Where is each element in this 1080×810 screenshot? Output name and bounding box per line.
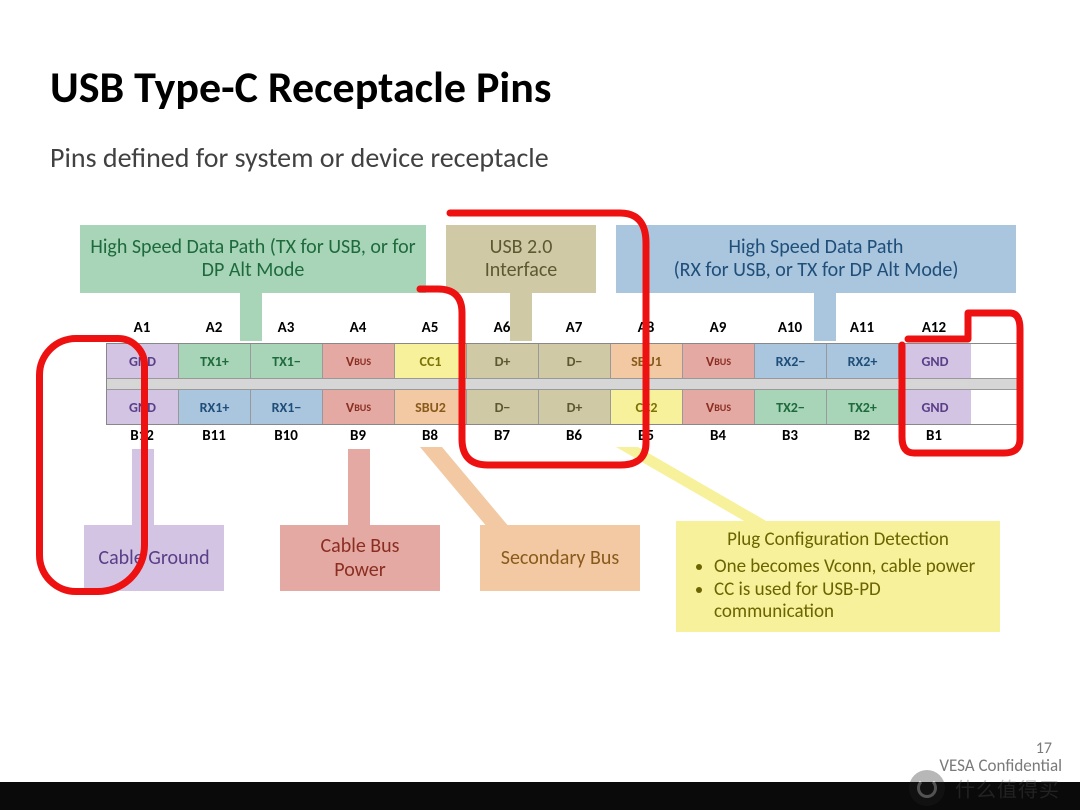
pin-label: B2 <box>826 427 898 451</box>
pin-cell: VBUS <box>683 344 755 378</box>
pin-label: A9 <box>682 319 754 343</box>
stem-vbus-icon <box>348 449 370 529</box>
pin-label: A11 <box>826 319 898 343</box>
legend-hs-tx: High Speed Data Path (TX for USB, or for… <box>80 225 426 293</box>
pin-label: B3 <box>754 427 826 451</box>
stem-tx-icon <box>240 293 262 341</box>
legend-plug-config: Plug Configuration Detection One becomes… <box>676 521 1000 632</box>
pin-label: B9 <box>322 427 394 451</box>
pin-cell: TX2− <box>755 390 827 424</box>
pin-cell: VBUS <box>683 390 755 424</box>
pin-cell: RX1+ <box>179 390 251 424</box>
plug-config-list: One becomes Vconn, cable powerCC is used… <box>690 556 986 624</box>
watermark-circle-icon <box>909 770 945 806</box>
legend-secondary-bus: Secondary Bus <box>480 525 640 591</box>
page-subtitle: Pins defined for system or device recept… <box>50 140 1030 175</box>
watermark-logo: 什么值得买 <box>840 770 1060 806</box>
annotation-left-circle <box>36 335 148 595</box>
plug-config-item: One becomes Vconn, cable power <box>714 556 986 579</box>
stem-rx-icon <box>814 293 836 341</box>
plug-config-title: Plug Configuration Detection <box>727 529 949 552</box>
legend-hs-rx: High Speed Data Path (RX for USB, or TX … <box>616 225 1016 293</box>
pin-label: B4 <box>682 427 754 451</box>
pin-cell: VBUS <box>323 390 395 424</box>
pin-label: A4 <box>322 319 394 343</box>
page-title: USB Type-C Receptacle Pins <box>50 60 1030 114</box>
pin-cell: RX1− <box>251 390 323 424</box>
pin-label: B10 <box>250 427 322 451</box>
watermark-text: 什么值得买 <box>955 779 1060 803</box>
legend-cable-buspower: Cable Bus Power <box>280 525 440 591</box>
pin-cell: TX2+ <box>827 390 899 424</box>
pin-cell: RX2− <box>755 344 827 378</box>
annotation-mid-outline <box>410 203 656 479</box>
pin-cell: VBUS <box>323 344 395 378</box>
pin-cell: TX1− <box>251 344 323 378</box>
plug-config-item: CC is used for USB-PD communication <box>714 579 986 625</box>
pin-cell: TX1+ <box>179 344 251 378</box>
pin-cell: RX2+ <box>827 344 899 378</box>
diagram-stage: High Speed Data Path (TX for USB, or for… <box>60 225 1020 451</box>
pin-label: B11 <box>178 427 250 451</box>
annotation-right-outline <box>898 305 1018 455</box>
